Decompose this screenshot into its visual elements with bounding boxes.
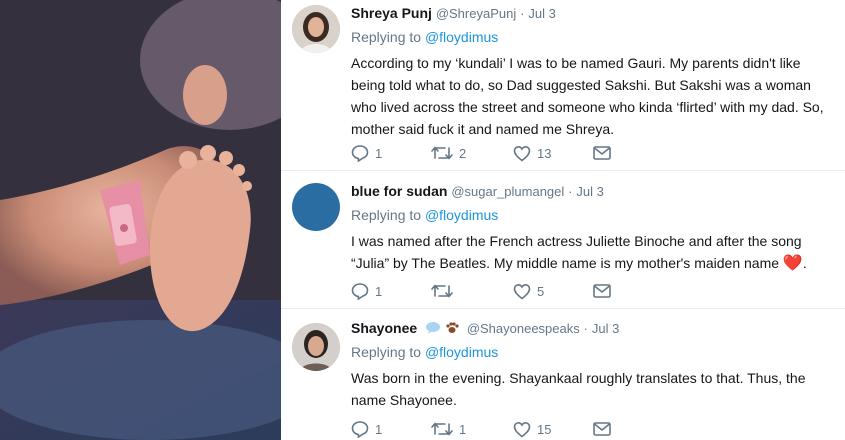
mention-link[interactable]: @floydimus [425,344,498,360]
like-icon [513,421,531,438]
tweet-date[interactable]: Jul 3 [576,184,603,199]
direct-message-button[interactable] [593,284,611,298]
like-count: 15 [537,421,552,437]
user-handle[interactable]: @sugar_plumangel [451,184,564,199]
avatar[interactable] [292,183,340,231]
tweet-header: blue for sudan @sugar_plumangel · Jul 3 [351,182,845,200]
reply-button[interactable]: 1 [351,144,431,162]
direct-message-icon [593,146,611,160]
reply-icon [351,145,369,162]
direct-message-button[interactable] [593,146,611,160]
reply-button[interactable]: 1 [351,420,431,438]
like-button[interactable]: 5 [513,283,593,300]
like-button[interactable]: 15 [513,421,593,438]
tweet-thread: Shreya Punj @ShreyaPunj · Jul 3 Replying… [281,0,845,440]
tweet-date[interactable]: Jul 3 [528,6,555,21]
retweet-button[interactable]: 2 [431,144,513,162]
replying-to: Replying to @floydimus [351,343,845,361]
direct-message-icon [593,422,611,436]
like-icon [513,283,531,300]
mention-link[interactable]: @floydimus [425,207,498,223]
display-name[interactable]: blue for sudan [351,183,447,199]
mention-link[interactable]: @floydimus [425,29,498,45]
direct-message-button[interactable] [593,422,611,436]
like-count: 13 [537,145,552,161]
user-handle[interactable]: @ShreyaPunj [436,6,516,21]
display-name[interactable]: Shreya Punj [351,5,432,21]
reply-button[interactable]: 1 [351,282,431,300]
avatar[interactable] [292,323,340,371]
display-name[interactable]: Shayonee [351,320,417,336]
tweet-text: I was named after the French actress Jul… [351,233,807,272]
retweet-icon [431,284,453,298]
tweet-text: Was born in the evening. Shayankaal roug… [351,370,806,408]
separator-dot: · [568,184,573,199]
baby-foot-illustration [0,0,281,440]
tweet-text: According to my ‘kundali’ I was to be na… [351,55,824,137]
avatar[interactable] [292,5,340,53]
like-button[interactable]: 13 [513,145,593,162]
replying-to: Replying to @floydimus [351,206,845,224]
tweet-header: Shreya Punj @ShreyaPunj · Jul 3 [351,4,845,22]
reply-count: 1 [375,421,383,437]
retweet-icon [431,422,453,436]
replying-to: Replying to @floydimus [351,28,845,46]
retweet-icon [431,146,453,160]
reply-count: 1 [375,283,383,299]
like-count: 5 [537,283,545,299]
direct-message-icon [593,284,611,298]
retweet-button[interactable]: 1 [431,420,513,438]
reply-count: 1 [375,145,383,161]
separator-dot: · [583,321,588,336]
user-handle[interactable]: @Shayoneespeaks [467,321,580,336]
baby-foot-photo [0,0,281,440]
replying-label: Replying to [351,344,422,360]
replying-label: Replying to [351,29,422,45]
tweet-date[interactable]: Jul 3 [592,321,619,336]
name-badges [425,320,459,338]
retweet-count: 1 [459,421,467,437]
tweet-header: Shayonee @Shayoneespeaks · Jul 3 [351,319,845,337]
retweet-button[interactable] [431,282,513,300]
retweet-count: 2 [459,145,467,161]
reply-icon [351,283,369,300]
tweet-actions: 1 2 13 [351,142,611,164]
separator-dot: · [520,6,525,21]
tweet-actions: 1 1 15 [351,418,611,440]
speech-bubble-badge-icon [426,322,441,335]
paw-badge-icon [446,322,459,334]
tweet-actions: 1 5 [351,280,611,302]
heart-emoji: ❤️ [782,255,803,272]
replying-label: Replying to [351,207,422,223]
tweet-text-body: I was named after the French actress Jul… [351,233,802,271]
like-icon [513,145,531,162]
reply-icon [351,421,369,438]
